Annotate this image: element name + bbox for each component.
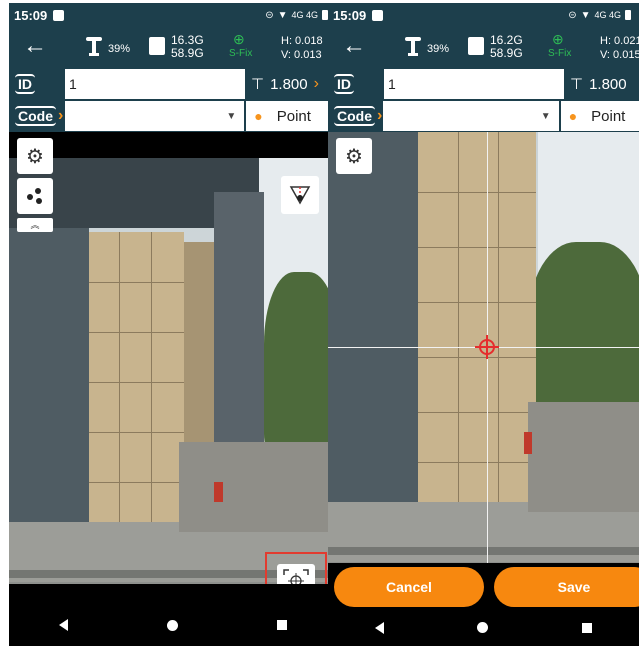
camera-view[interactable]: ⚙ ︽ [9, 132, 336, 584]
antenna-height-value: 1.800 [589, 75, 627, 93]
trees [264, 272, 336, 452]
point-type-select[interactable]: ● Point [246, 101, 336, 131]
memory-bottom: 58.9G [490, 46, 523, 60]
app-bar: ← 39% 16.2G 58.9G ⊕ S-Fix H: 0.021 V: 0.… [328, 27, 639, 68]
status-time: 15:09 [333, 7, 367, 23]
nav-back-icon[interactable] [58, 619, 68, 631]
level-bubble-icon[interactable] [281, 176, 319, 214]
network-label: 4G 4G [594, 10, 621, 20]
point-type-select[interactable]: ● Point [560, 101, 639, 131]
fix-status: S-Fix [548, 48, 572, 59]
status-bar: 15:09 ⊝ ▼ 4G 4G [9, 3, 336, 27]
antenna-height-button[interactable]: ⊤ 1.800 [564, 75, 627, 94]
android-nav-bar [9, 604, 336, 646]
sd-card-icon [468, 37, 484, 55]
antenna-height-icon: ⊤ [251, 76, 265, 93]
nav-home-icon[interactable] [477, 622, 489, 633]
three-dots-icon[interactable] [17, 178, 53, 214]
save-button[interactable]: Save [494, 567, 639, 607]
point-dot-icon: ● [568, 108, 578, 124]
fix-status: S-Fix [229, 48, 253, 59]
dropdown-arrow-icon: ▼ [540, 110, 551, 122]
code-row: Code › ▼ ● Point [9, 100, 336, 132]
nav-recents-icon[interactable] [582, 622, 593, 633]
chevron-right-icon: › [377, 107, 383, 124]
double-chevron-up-icon[interactable]: ︽ [17, 218, 53, 232]
dropdown-arrow-icon: ▼ [226, 110, 237, 122]
building-glass [328, 132, 418, 502]
network-label: 4G 4G [291, 10, 318, 20]
v-precision: V: 0.015 [600, 49, 639, 61]
code-select[interactable]: ▼ [382, 101, 559, 131]
satellite-antenna-icon [405, 37, 421, 56]
camera-view[interactable]: ⚙ [328, 132, 639, 563]
id-input[interactable]: 1 [65, 69, 245, 99]
v-precision: V: 0.013 [281, 49, 322, 61]
id-input[interactable]: 1 [384, 69, 564, 99]
app-bar: ← 39% 16.3G 58.9G ⊕ S-Fix H: 0.018 V: 0.… [9, 27, 336, 68]
battery-icon [625, 10, 631, 20]
point-dot-icon: ● [254, 108, 263, 124]
chevron-right-icon: › [58, 107, 64, 124]
wifi-icon: ▼ [580, 9, 591, 21]
settings-gear-icon[interactable]: ⚙ [17, 138, 53, 174]
antenna-height-button[interactable]: ⊤ 1.800 › [245, 75, 319, 93]
dnd-icon: ⊝ [568, 9, 577, 21]
fire-hydrant [214, 482, 223, 502]
wifi-icon: ▼ [277, 9, 288, 21]
id-row: ID 1 ⊤ 1.800 [328, 68, 639, 100]
phone-right: 15:09 ⊝ ▼ 4G 4G ← 39% 16.2G 58.9G ⊕ S-Fi… [328, 3, 639, 646]
settings-gear-icon[interactable]: ⚙ [336, 138, 372, 174]
h-precision: H: 0.018 [281, 35, 323, 47]
building-wall [418, 132, 536, 512]
target-button-highlight [265, 552, 327, 584]
satellite-antenna-icon [86, 37, 102, 56]
building-glass [9, 222, 89, 522]
sd-card-icon [149, 37, 165, 55]
id-label: ID [9, 68, 65, 100]
nav-home-icon[interactable] [166, 619, 178, 631]
satellite-percent: 39% [108, 43, 131, 55]
antenna-height-icon: ⊤ [570, 76, 584, 93]
dnd-icon: ⊝ [265, 9, 274, 21]
nav-back-icon[interactable] [374, 621, 384, 634]
phone-left: 15:09 ⊝ ▼ 4G 4G ← 39% 16.3G 58.9G ⊕ S-Fi… [9, 3, 336, 646]
chevron-right-icon: › [313, 75, 319, 92]
code-button[interactable]: Code › [9, 100, 65, 132]
memory-bottom: 58.9G [171, 46, 204, 60]
fire-hydrant [524, 432, 532, 454]
android-nav-bar [328, 609, 639, 646]
code-select[interactable]: ▼ [64, 101, 245, 131]
id-row: ID 1 ⊤ 1.800 › [9, 68, 336, 100]
action-bar: Cancel Save [328, 563, 639, 609]
back-arrow-icon[interactable]: ← [342, 34, 366, 58]
antenna-height-value: 1.800 [270, 75, 308, 93]
id-label: ID [328, 68, 384, 100]
code-button[interactable]: Code › [328, 100, 383, 132]
cancel-button[interactable]: Cancel [334, 567, 484, 607]
target-crosshair-icon[interactable] [277, 564, 315, 584]
back-arrow-icon[interactable]: ← [23, 34, 47, 58]
target-marker-icon [475, 335, 499, 359]
crosshair-fix-icon: ⊕ [552, 31, 564, 47]
crosshair-fix-icon: ⊕ [233, 31, 245, 47]
status-bar: 15:09 ⊝ ▼ 4G 4G [328, 3, 639, 27]
satellite-percent: 39% [427, 43, 450, 55]
nav-recents-icon[interactable] [276, 620, 287, 630]
notification-icon [53, 9, 65, 21]
status-time: 15:09 [14, 7, 48, 23]
h-precision: H: 0.021 [600, 35, 639, 47]
notification-icon [372, 9, 384, 21]
code-row: Code › ▼ ● Point [328, 100, 639, 132]
